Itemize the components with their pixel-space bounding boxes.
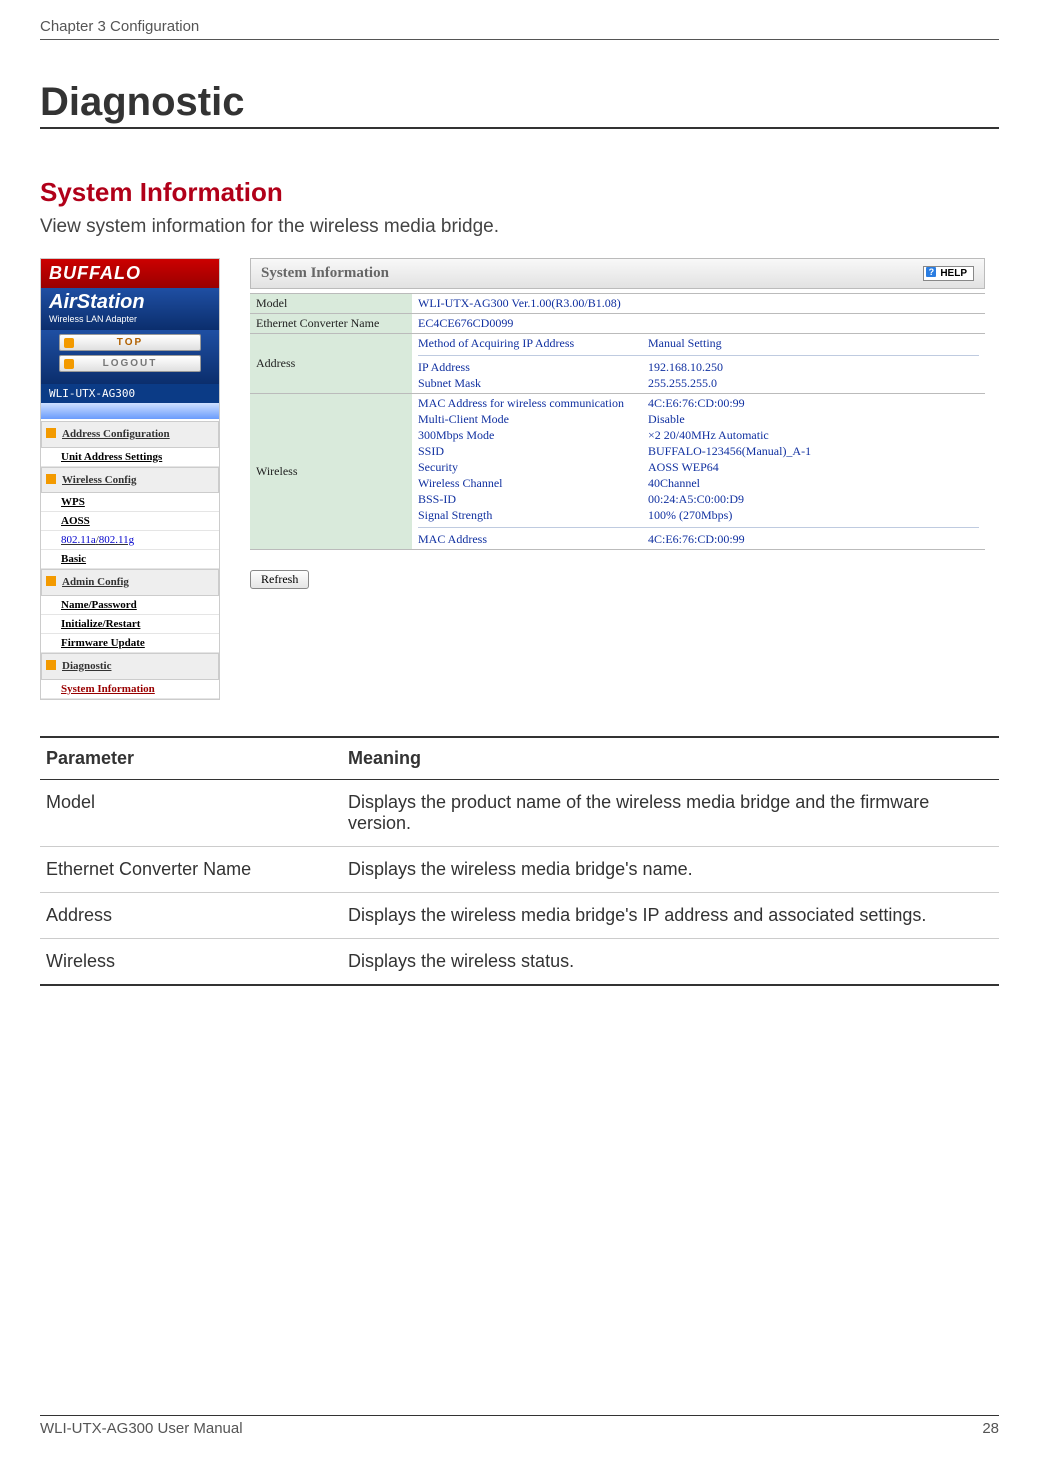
w-bssid-key: BSS-ID [418,492,648,507]
w-ssid-val: BUFFALO-123456(Manual)_A-1 [648,444,979,459]
footer-page-number: 28 [982,1420,999,1437]
w-mac-comm-key: MAC Address for wireless communication [418,396,648,411]
w-signal-key: Signal Strength [418,508,648,523]
nav-basic[interactable]: Basic [41,550,219,569]
nav-aoss[interactable]: AOSS [41,512,219,531]
w-mac-comm-val: 4C:E6:76:CD:00:99 [648,396,979,411]
meaning-cell: Displays the wireless status. [342,938,999,985]
addr-mask-key: Subnet Mask [418,376,648,391]
device-model-label: WLI-UTX-AG300 [41,384,219,403]
top-button[interactable]: TOP [59,334,201,351]
screenshot-region: BUFFALO AirStation Wireless LAN Adapter … [40,258,985,700]
param-cell: Address [40,892,342,938]
nav-admin-config[interactable]: Admin Config [41,569,219,596]
brand-logo: BUFFALO [41,259,219,288]
nav-initialize-restart[interactable]: Initialize/Restart [41,615,219,634]
row-address-label: Address [250,334,412,394]
panel-title: System Information [261,265,389,282]
divider-band [41,403,219,419]
nav-firmware-update[interactable]: Firmware Update [41,634,219,653]
w-multi-key: Multi-Client Mode [418,412,648,427]
addr-method-val: Manual Setting [648,336,979,351]
w-mac-val: 4C:E6:76:CD:00:99 [648,532,979,547]
w-300-val: ×2 20/40MHz Automatic [648,428,979,443]
section-heading: System Information [40,177,999,208]
w-security-val: AOSS WEP64 [648,460,979,475]
w-channel-key: Wireless Channel [418,476,648,491]
addr-mask-val: 255.255.255.0 [648,376,979,391]
nav-system-information[interactable]: System Information [41,680,219,699]
nav-diagnostic[interactable]: Diagnostic [41,653,219,680]
main-panel: System Information HELP Model WLI-UTX-AG… [220,258,985,700]
nav-name-password[interactable]: Name/Password [41,596,219,615]
parameter-table: Parameter Meaning Model Displays the pro… [40,736,999,986]
row-ecn-label: Ethernet Converter Name [250,314,412,334]
w-multi-val: Disable [648,412,979,427]
footer-manual-title: WLI-UTX-AG300 User Manual [40,1420,243,1437]
param-header: Parameter [40,737,342,780]
nav-address-configuration[interactable]: Address Configuration [41,421,219,448]
w-mac-key: MAC Address [418,532,648,547]
band-80211g: 802.11g [99,534,134,546]
table-row: Ethernet Converter Name Displays the wir… [40,846,999,892]
system-info-table: Model WLI-UTX-AG300 Ver.1.00(R3.00/B1.08… [250,293,985,550]
help-button[interactable]: HELP [923,266,974,281]
nav-wps[interactable]: WPS [41,493,219,512]
param-cell: Wireless [40,938,342,985]
row-ecn-value: EC4CE676CD0099 [412,314,985,334]
meaning-cell: Displays the product name of the wireles… [342,779,999,846]
w-ssid-key: SSID [418,444,648,459]
param-cell: Ethernet Converter Name [40,846,342,892]
addr-method-key: Method of Acquiring IP Address [418,336,648,351]
product-subtitle: Wireless LAN Adapter [49,314,211,324]
w-channel-val: 40Channel [648,476,979,491]
nav-wireless-config[interactable]: Wireless Config [41,467,219,494]
w-300-key: 300Mbps Mode [418,428,648,443]
logout-button[interactable]: LOGOUT [59,355,201,372]
table-row: Model Displays the product name of the w… [40,779,999,846]
product-banner: AirStation Wireless LAN Adapter [41,288,219,330]
w-security-key: Security [418,460,648,475]
page-title: Diagnostic [40,80,999,129]
meaning-header: Meaning [342,737,999,780]
table-row: Wireless Displays the wireless status. [40,938,999,985]
param-cell: Model [40,779,342,846]
band-80211a: 802.11a [61,534,96,546]
row-model-label: Model [250,294,412,314]
nav-unit-address-settings[interactable]: Unit Address Settings [41,448,219,467]
refresh-button[interactable]: Refresh [250,570,309,589]
chapter-label: Chapter 3 Configuration [40,18,199,35]
table-row: Address Displays the wireless media brid… [40,892,999,938]
w-bssid-val: 00:24:A5:C0:00:D9 [648,492,979,507]
row-model-value: WLI-UTX-AG300 Ver.1.00(R3.00/B1.08) [412,294,985,314]
section-description: View system information for the wireless… [40,216,999,238]
addr-ip-key: IP Address [418,360,648,375]
w-signal-val: 100% (270Mbps) [648,508,979,523]
sidebar: BUFFALO AirStation Wireless LAN Adapter … [40,258,220,700]
meaning-cell: Displays the wireless media bridge's nam… [342,846,999,892]
nav-band-select[interactable]: 802.11a/802.11g [41,531,219,550]
meaning-cell: Displays the wireless media bridge's IP … [342,892,999,938]
row-wireless-label: Wireless [250,394,412,550]
addr-ip-val: 192.168.10.250 [648,360,979,375]
product-line: AirStation [49,291,145,313]
